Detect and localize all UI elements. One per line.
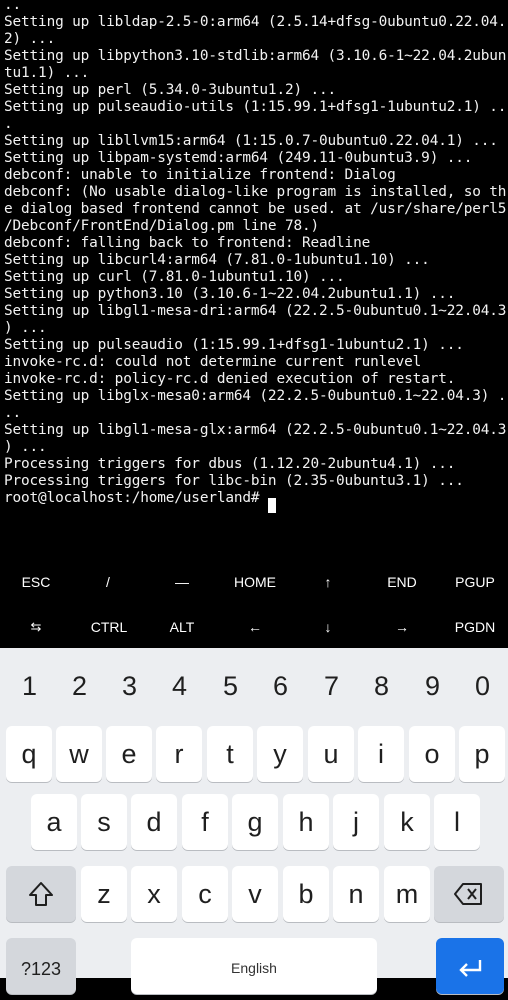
enter-key[interactable]: [436, 938, 504, 994]
key-l[interactable]: l: [434, 794, 480, 850]
key-a[interactable]: a: [31, 794, 77, 850]
terminal-line: 2) ...: [4, 31, 56, 47]
key-6[interactable]: 6: [257, 658, 304, 714]
pgdn-key[interactable]: PGDN: [439, 607, 508, 647]
esc-key[interactable]: ESC: [0, 562, 72, 602]
terminal-line: debconf: (No usable dialog-like program …: [4, 184, 507, 200]
terminal-line: Setting up python3.10 (3.10.6-1~22.04.2u…: [4, 286, 456, 302]
terminal-line: Setting up libpython3.10-stdlib:arm64 (3…: [4, 48, 507, 64]
key-n[interactable]: n: [333, 866, 379, 922]
key-x[interactable]: x: [131, 866, 177, 922]
key-g[interactable]: g: [232, 794, 278, 850]
terminal-line: .: [4, 116, 13, 132]
terminal-line: Setting up libllvm15:arm64 (1:15.0.7-0ub…: [4, 133, 498, 149]
terminal-line: Setting up pulseaudio (1:15.99.1+dfsg1-1…: [4, 337, 464, 353]
key-m[interactable]: m: [384, 866, 430, 922]
shift-icon: [26, 879, 56, 914]
terminal-line: ) ...: [4, 320, 47, 336]
key-3[interactable]: 3: [106, 658, 153, 714]
terminal-line: Setting up libglx-mesa0:arm64 (22.2.5-0u…: [4, 388, 507, 404]
symbols-key[interactable]: ?123: [6, 938, 76, 994]
space-bar[interactable]: English: [131, 938, 377, 994]
terminal-line: invoke-rc.d: policy-rc.d denied executio…: [4, 371, 456, 387]
key-b[interactable]: b: [283, 866, 329, 922]
backspace-icon: [453, 880, 485, 913]
home-key[interactable]: HOME: [218, 562, 292, 602]
terminal-line: Processing triggers for dbus (1.12.20-2u…: [4, 456, 456, 472]
pgup-key[interactable]: PGUP: [439, 562, 508, 602]
extra-keys-bar: ESC / — HOME ↑ END PGUP ⇆ CTRL ALT ← ↓ →…: [0, 562, 508, 648]
key-z[interactable]: z: [81, 866, 127, 922]
terminal-prompt: root@localhost:/home/userland#: [4, 490, 268, 506]
alt-key[interactable]: ALT: [146, 607, 218, 647]
terminal-cursor: [268, 498, 276, 513]
key-i[interactable]: i: [358, 726, 404, 782]
tab-key[interactable]: ⇆: [0, 607, 72, 647]
key-d[interactable]: d: [131, 794, 177, 850]
right-arrow-key[interactable]: →: [366, 607, 438, 647]
key-q[interactable]: q: [6, 726, 52, 782]
key-5[interactable]: 5: [207, 658, 254, 714]
terminal-line: Processing triggers for libc-bin (2.35-0…: [4, 473, 464, 489]
terminal-line: e dialog based frontend cannot be used. …: [4, 201, 507, 217]
terminal-line: ..: [4, 0, 22, 13]
key-9[interactable]: 9: [409, 658, 456, 714]
ctrl-key[interactable]: CTRL: [72, 607, 146, 647]
key-o[interactable]: o: [409, 726, 455, 782]
key-4[interactable]: 4: [156, 658, 203, 714]
key-e[interactable]: e: [106, 726, 152, 782]
down-arrow-key[interactable]: ↓: [292, 607, 364, 647]
dash-key[interactable]: —: [146, 562, 218, 602]
key-t[interactable]: t: [207, 726, 253, 782]
terminal-line: debconf: unable to initialize frontend: …: [4, 167, 396, 183]
terminal-line: invoke-rc.d: could not determine current…: [4, 354, 422, 370]
terminal-line: Setting up libgl1-mesa-glx:arm64 (22.2.5…: [4, 422, 507, 438]
key-k[interactable]: k: [384, 794, 430, 850]
key-y[interactable]: y: [257, 726, 303, 782]
backspace-key[interactable]: [434, 866, 504, 922]
space-bar-label: English: [231, 960, 277, 976]
terminal-line: Setting up pulseaudio-utils (1:15.99.1+d…: [4, 99, 507, 115]
enter-icon: [456, 956, 484, 985]
terminal-line: /Debconf/FrontEnd/Dialog.pm line 78.): [4, 218, 320, 234]
key-r[interactable]: r: [156, 726, 202, 782]
terminal-line: Setting up perl (5.34.0-3ubuntu1.2) ...: [4, 82, 337, 98]
terminal-line: tu1.1) ...: [4, 65, 90, 81]
terminal-line: debconf: falling back to frontend: Readl…: [4, 235, 371, 251]
key-p[interactable]: p: [459, 726, 505, 782]
key-8[interactable]: 8: [358, 658, 405, 714]
terminal-line: Setting up curl (7.81.0-1ubuntu1.10) ...: [4, 269, 345, 285]
key-j[interactable]: j: [333, 794, 379, 850]
key-7[interactable]: 7: [308, 658, 355, 714]
terminal-line: ) ...: [4, 439, 47, 455]
key-s[interactable]: s: [81, 794, 127, 850]
key-2[interactable]: 2: [56, 658, 103, 714]
terminal-output[interactable]: .. Setting up libldap-2.5-0:arm64 (2.5.1…: [0, 0, 508, 548]
slash-key[interactable]: /: [72, 562, 144, 602]
shift-key[interactable]: [6, 866, 76, 922]
terminal-line: Setting up libgl1-mesa-dri:arm64 (22.2.5…: [4, 303, 507, 319]
key-c[interactable]: c: [182, 866, 228, 922]
left-arrow-key[interactable]: ←: [218, 607, 292, 647]
key-0[interactable]: 0: [459, 658, 506, 714]
terminal-line: Setting up libcurl4:arm64 (7.81.0-1ubunt…: [4, 252, 430, 268]
key-1[interactable]: 1: [6, 658, 53, 714]
key-f[interactable]: f: [182, 794, 228, 850]
terminal-line: ..: [4, 405, 22, 421]
soft-keyboard: 1 2 3 4 5 6 7 8 9 0 q w e r t y u i o p …: [0, 648, 508, 994]
key-u[interactable]: u: [308, 726, 354, 782]
terminal-line: Setting up libldap-2.5-0:arm64 (2.5.14+d…: [4, 14, 507, 30]
terminal-line: Setting up libpam-systemd:arm64 (249.11-…: [4, 150, 473, 166]
key-v[interactable]: v: [232, 866, 278, 922]
up-arrow-key[interactable]: ↑: [292, 562, 364, 602]
key-h[interactable]: h: [283, 794, 329, 850]
key-w[interactable]: w: [56, 726, 102, 782]
end-key[interactable]: END: [366, 562, 438, 602]
